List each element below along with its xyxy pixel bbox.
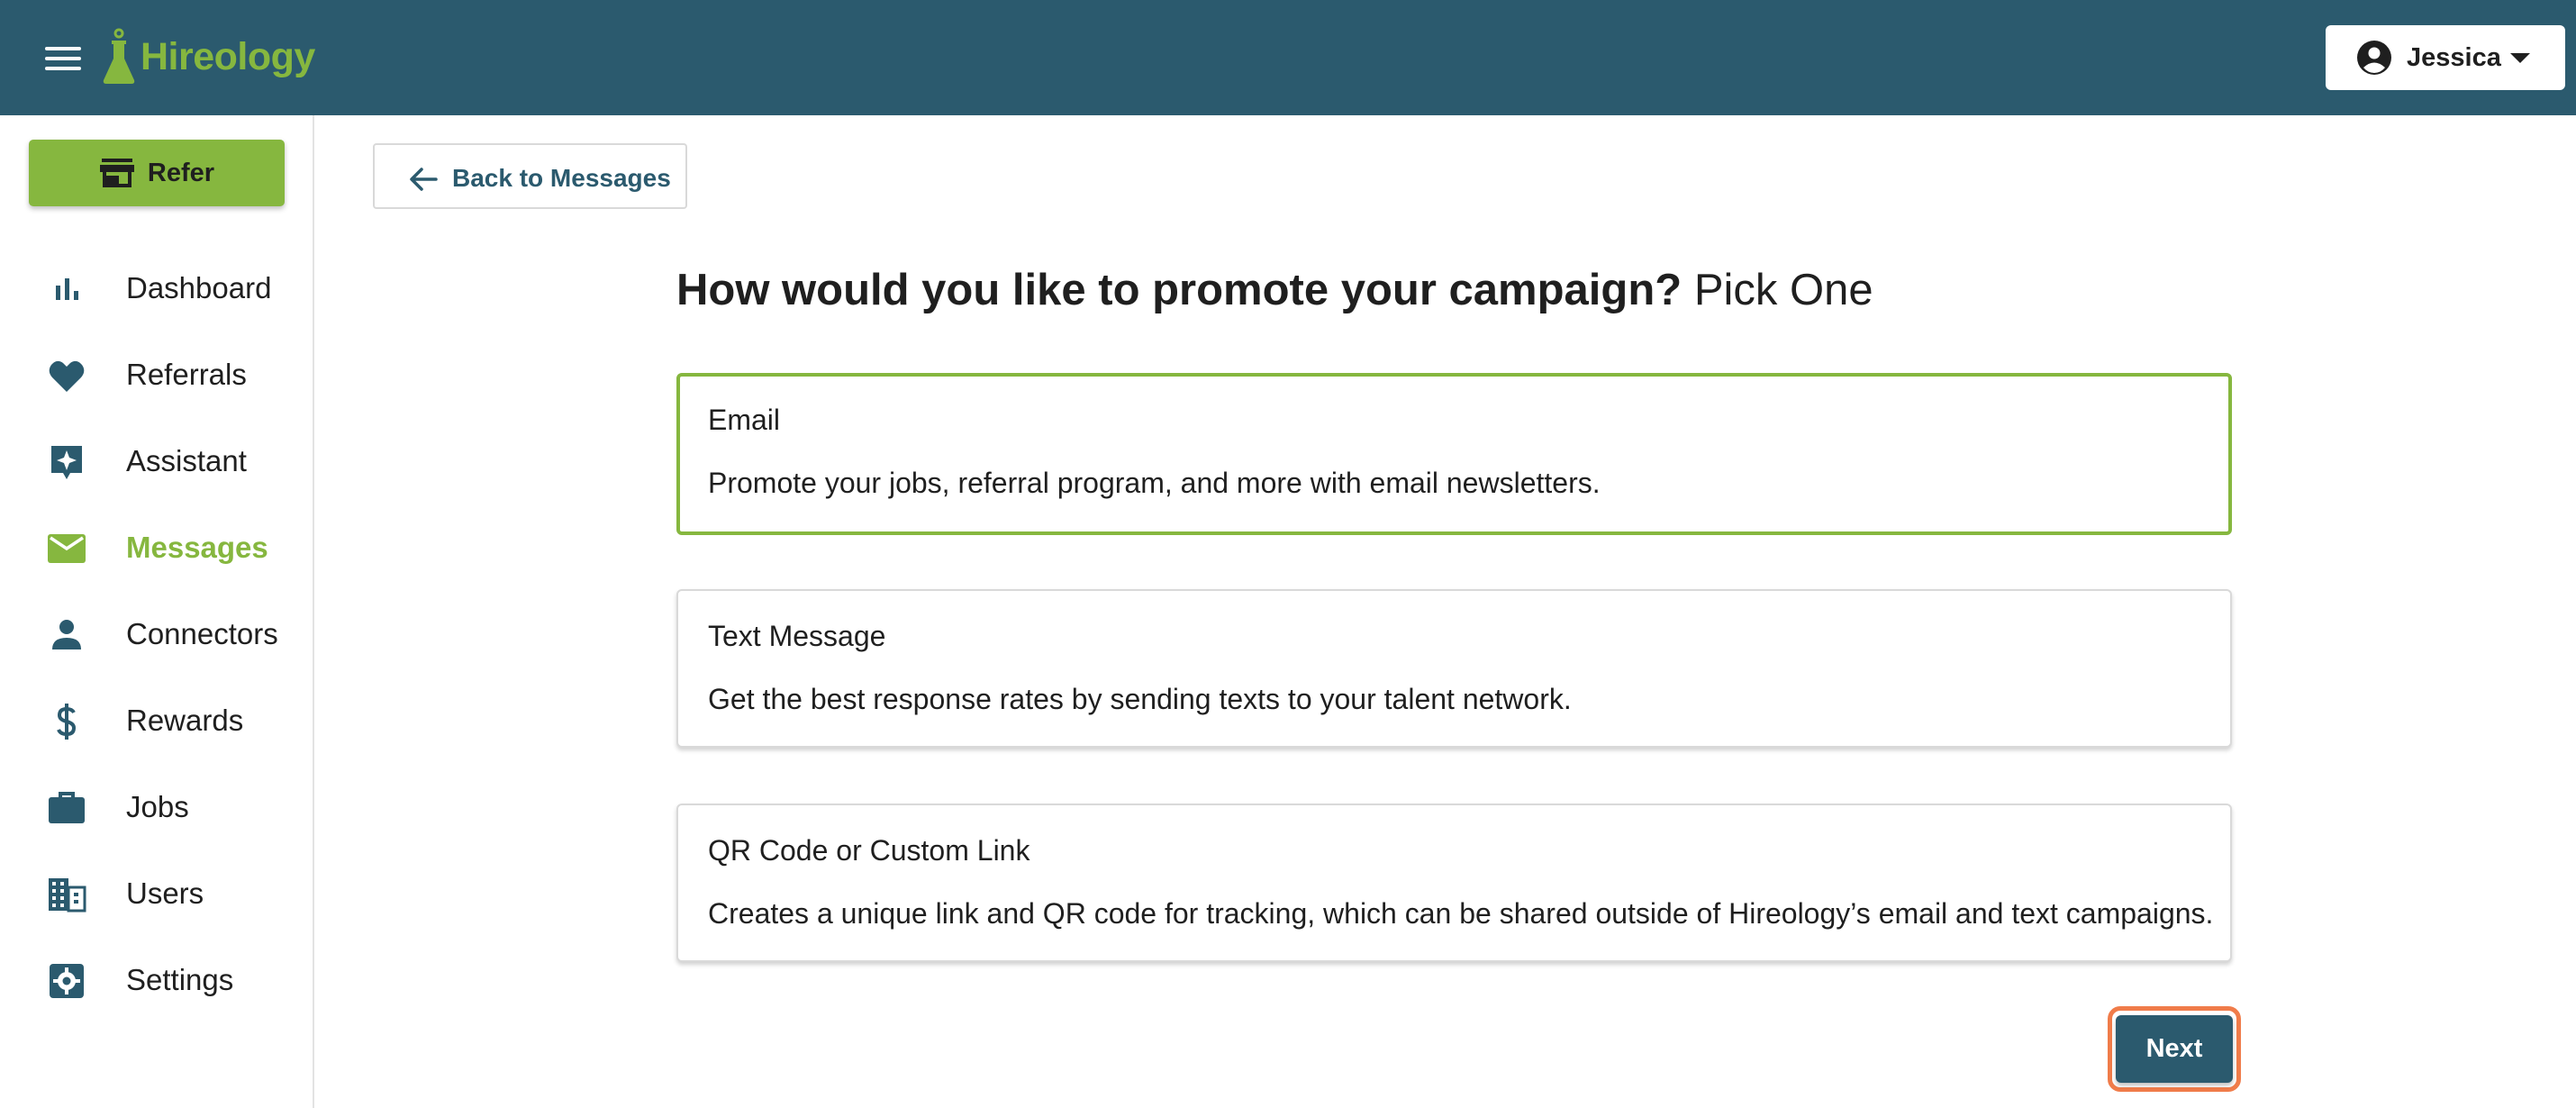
sidebar-item-assistant[interactable]: Assistant xyxy=(0,424,314,496)
caret-down-icon xyxy=(2510,53,2530,63)
back-label: Back to Messages xyxy=(452,164,671,192)
refer-label: Refer xyxy=(147,158,215,187)
person-icon xyxy=(52,620,81,649)
dollar-icon xyxy=(57,704,77,740)
sidebar-item-label: Jobs xyxy=(126,790,189,823)
sidebar-item-settings[interactable]: Settings xyxy=(0,943,314,1015)
option-title: Text Message xyxy=(708,620,886,652)
sidebar-item-users[interactable]: Users xyxy=(0,857,314,929)
sidebar-item-referrals[interactable]: Referrals xyxy=(0,338,314,410)
option-description: Promote your jobs, referral program, and… xyxy=(708,467,1601,499)
option-title: Email xyxy=(708,404,781,436)
sidebar-item-jobs[interactable]: Jobs xyxy=(0,770,314,842)
sidebar-item-label: Referrals xyxy=(126,358,247,391)
heart-icon xyxy=(49,360,85,392)
arrow-left-icon xyxy=(410,168,438,191)
next-label: Next xyxy=(2145,1034,2203,1063)
user-name: Jessica xyxy=(2407,43,2501,72)
bar-chart-icon xyxy=(56,278,78,300)
page-title: How would you like to promote your campa… xyxy=(676,265,1873,315)
sidebar-item-label: Assistant xyxy=(126,444,247,477)
sidebar-item-connectors[interactable]: Connectors xyxy=(0,597,314,669)
gear-icon xyxy=(50,964,84,998)
sidebar-item-label: Connectors xyxy=(126,617,278,650)
sidebar-item-messages[interactable]: Messages xyxy=(0,511,314,583)
sparkle-icon xyxy=(51,446,82,479)
option-description: Get the best response rates by sending t… xyxy=(708,683,1572,715)
sidebar: Refer Dashboard Referrals Assistant Mess… xyxy=(0,115,314,1108)
sidebar-item-label: Dashboard xyxy=(126,271,272,304)
page-title-question: How would you like to promote your campa… xyxy=(676,266,1683,314)
building-icon xyxy=(49,878,86,913)
sidebar-item-label: Messages xyxy=(126,531,268,564)
sidebar-item-label: Rewards xyxy=(126,704,244,737)
option-qr-code-custom-link[interactable]: QR Code or Custom Link Creates a unique … xyxy=(676,804,2232,962)
top-bar: Hireology Jessica xyxy=(0,0,2576,115)
sidebar-item-label: Users xyxy=(126,876,204,910)
page-title-hint: Pick One xyxy=(1693,266,1873,314)
storefront-icon xyxy=(99,159,134,187)
sidebar-item-dashboard[interactable]: Dashboard xyxy=(0,251,314,323)
briefcase-icon xyxy=(49,792,85,823)
sidebar-item-rewards[interactable]: Rewards xyxy=(0,684,314,756)
option-email[interactable]: Email Promote your jobs, referral progra… xyxy=(676,373,2232,535)
account-circle-icon xyxy=(2357,41,2391,75)
flask-logo-icon xyxy=(103,28,135,84)
sidebar-item-label: Settings xyxy=(126,963,234,996)
refer-button[interactable]: Refer xyxy=(29,140,285,206)
option-title: QR Code or Custom Link xyxy=(708,834,1030,867)
next-button[interactable]: Next xyxy=(2116,1015,2233,1083)
hireology-logo[interactable]: Hireology xyxy=(101,25,315,88)
hamburger-menu-icon[interactable] xyxy=(45,45,81,72)
brand-name: Hireology xyxy=(141,34,315,78)
option-text-message[interactable]: Text Message Get the best response rates… xyxy=(676,589,2232,748)
mail-icon xyxy=(48,534,86,563)
user-menu-button[interactable]: Jessica xyxy=(2326,25,2565,90)
option-description: Creates a unique link and QR code for tr… xyxy=(708,897,2214,930)
back-to-messages-button[interactable]: Back to Messages xyxy=(373,143,687,209)
